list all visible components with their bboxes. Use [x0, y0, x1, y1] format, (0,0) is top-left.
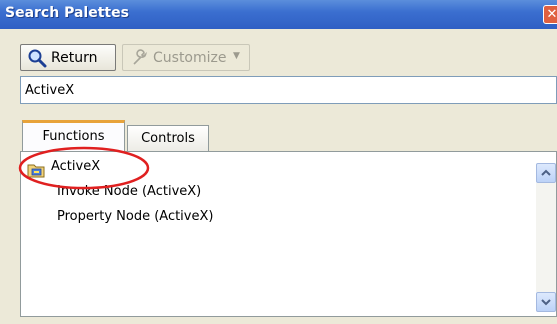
scrollbar-track[interactable]: [536, 183, 556, 292]
list-item-property-node[interactable]: Property Node (ActiveX): [57, 209, 213, 224]
customize-label: Customize: [153, 50, 227, 66]
search-palettes-window: Search Palettes ✕ Return Customize ▼ Fun…: [0, 0, 557, 324]
list-item-activex[interactable]: ActiveX: [51, 159, 100, 174]
close-icon: ✕: [546, 7, 557, 22]
window-title: Search Palettes: [5, 5, 129, 21]
tab-controls[interactable]: Controls: [127, 125, 209, 152]
results-list: ActiveX Invoke Node (ActiveX) Property N…: [20, 151, 557, 317]
tab-controls-label: Controls: [141, 131, 195, 146]
close-button[interactable]: ✕: [543, 5, 557, 24]
tab-functions-label: Functions: [42, 129, 105, 144]
chevron-up-icon: [541, 169, 551, 176]
search-input[interactable]: [20, 76, 557, 104]
dropdown-arrow-icon: ▼: [233, 51, 240, 61]
search-icon: [28, 49, 47, 68]
tab-functions[interactable]: Functions: [22, 120, 125, 153]
scroll-down-button[interactable]: [536, 292, 556, 312]
list-item-invoke-node[interactable]: Invoke Node (ActiveX): [57, 184, 201, 199]
return-label: Return: [51, 50, 98, 66]
wrench-icon: [133, 49, 147, 65]
customize-button[interactable]: Customize ▼: [122, 44, 250, 71]
return-button[interactable]: Return: [20, 44, 116, 71]
title-bar[interactable]: Search Palettes ✕: [0, 0, 557, 29]
scroll-up-button[interactable]: [536, 163, 556, 183]
folder-icon: [27, 164, 45, 178]
chevron-down-icon: [541, 299, 551, 306]
